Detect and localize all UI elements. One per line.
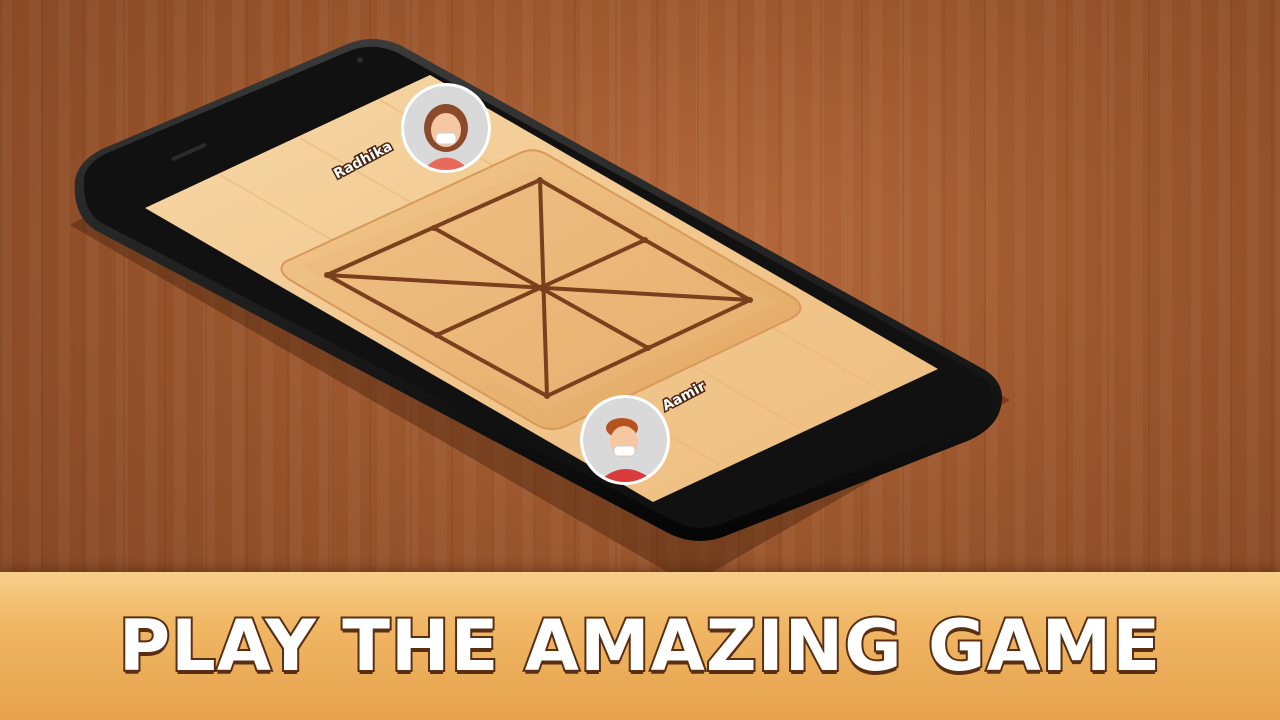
board-point-bottom[interactable] <box>544 393 550 399</box>
board-point-top-left[interactable] <box>431 225 437 231</box>
board-point-bottom-right[interactable] <box>645 345 651 351</box>
promo-banner: PLAY THE AMAZING GAME <box>0 572 1280 720</box>
banner-headline: PLAY THE AMAZING GAME <box>117 603 1162 689</box>
board-point-top-right[interactable] <box>642 237 648 243</box>
board-point-center[interactable] <box>539 284 547 292</box>
board-point-left[interactable] <box>324 272 330 278</box>
board-point-bottom-left[interactable] <box>434 332 440 338</box>
board-point-right[interactable] <box>747 297 753 303</box>
board-point-top[interactable] <box>537 177 543 183</box>
